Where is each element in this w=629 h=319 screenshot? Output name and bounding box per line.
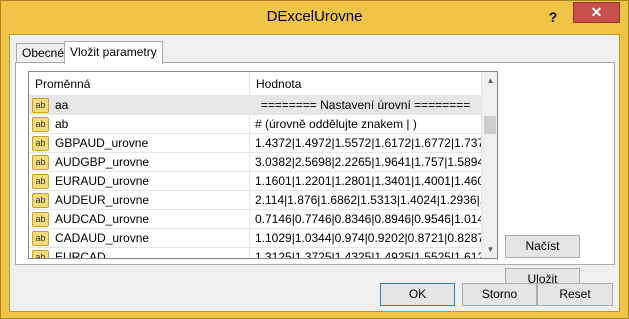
row-name-cell: ab EURCAD — [29, 248, 250, 259]
row-name-cell: ab AUDEUR_urovne — [29, 191, 250, 210]
row-value: 1.1601|1.2201|1.2801|1.3401|1.4001|1.460… — [255, 174, 481, 188]
row-value: 3.0382|2.5698|2.2265|1.9641|1.757|1.5894… — [255, 155, 481, 169]
cancel-button[interactable]: Storno — [462, 283, 537, 306]
load-button[interactable]: Načíst — [505, 235, 580, 258]
row-name: EURAUD_urovne — [55, 174, 150, 188]
row-value: # (úrovně oddělujte znakem | ) — [255, 117, 417, 131]
string-variable-icon: ab — [32, 193, 49, 208]
string-variable-icon: ab — [32, 155, 49, 170]
row-value: 2.114|1.876|1.6862|1.5313|1.4024|1.2936|… — [255, 193, 481, 207]
list-rows: ab aa ======== Nastavení úrovní ======== … — [29, 96, 481, 259]
row-name-cell: ab AUDGBP_urovne — [29, 153, 250, 172]
string-variable-icon: ab — [32, 250, 49, 258]
row-name-cell: ab EURAUD_urovne — [29, 172, 250, 191]
row-name: GBPAUD_urovne — [55, 136, 149, 150]
row-name: AUDCAD_urovne — [55, 212, 150, 226]
tab-vlozit-parametry[interactable]: Vložit parametry — [64, 41, 163, 64]
table-row[interactable]: ab AUDEUR_urovne 2.114|1.876|1.6862|1.531… — [29, 191, 481, 210]
up-arrow-icon[interactable]: ▲ — [482, 72, 497, 89]
row-value: 0.7146|0.7746|0.8346|0.8946|0.9546|1.014… — [255, 212, 481, 226]
row-name: EURCAD — [55, 250, 106, 259]
row-value: 1.1029|1.0344|0.974|0.9202|0.8721|0.8287… — [255, 231, 481, 245]
help-button[interactable]: ? — [544, 8, 562, 26]
string-variable-icon: ab — [32, 98, 49, 113]
ok-button[interactable]: OK — [380, 283, 455, 306]
down-arrow-icon[interactable]: ▼ — [482, 241, 497, 258]
dialog-client-area: Obecné Vložit parametry Proměnná Hodnota… — [9, 34, 620, 312]
row-name: CADAUD_urovne — [55, 231, 150, 245]
string-variable-icon: ab — [32, 174, 49, 189]
table-row[interactable]: ab GBPAUD_urovne 1.4372|1.4972|1.5572|1.6… — [29, 134, 481, 153]
title-bar[interactable]: DExcelUrovne ? ✕ — [1, 1, 628, 34]
string-variable-icon: ab — [32, 136, 49, 151]
column-header-variable[interactable]: Proměnná — [29, 72, 250, 96]
table-row[interactable]: ab AUDCAD_urovne 0.7146|0.7746|0.8346|0.8… — [29, 210, 481, 229]
row-value: ======== Nastavení úrovní ======== — [260, 98, 471, 112]
table-row[interactable]: ab aa ======== Nastavení úrovní ======== — [29, 96, 481, 115]
tab-obecne[interactable]: Obecné — [16, 43, 71, 63]
row-name: aa — [55, 98, 69, 112]
string-variable-icon: ab — [32, 212, 49, 227]
row-value: 1.3125|1.3725|1.4325|1.4925|1.5525|1.612… — [255, 250, 481, 259]
row-name-cell: ab GBPAUD_urovne — [29, 134, 250, 153]
dialog-window: DExcelUrovne ? ✕ Obecné Vložit parametry… — [0, 0, 629, 319]
tab-panel: Proměnná Hodnota ab aa ======== Nastavení… — [15, 62, 615, 291]
row-name: ab — [55, 117, 69, 131]
parameters-list[interactable]: Proměnná Hodnota ab aa ======== Nastavení… — [28, 71, 498, 259]
row-name: AUDEUR_urovne — [55, 193, 150, 207]
string-variable-icon: ab — [32, 117, 49, 132]
table-row[interactable]: ab ab # (úrovně oddělujte znakem | ) — [29, 115, 481, 134]
row-value: 1.4372|1.4972|1.5572|1.6172|1.6772|1.737… — [255, 136, 481, 150]
close-button[interactable]: ✕ — [573, 2, 620, 23]
row-name-cell: ab AUDCAD_urovne — [29, 210, 250, 229]
row-name-cell: ab CADAUD_urovne — [29, 229, 250, 248]
reset-button[interactable]: Reset — [537, 283, 613, 306]
string-variable-icon: ab — [32, 231, 49, 246]
window-title: DExcelUrovne — [266, 8, 363, 25]
table-row[interactable]: ab EURAUD_urovne 1.1601|1.2201|1.2801|1.3… — [29, 172, 481, 191]
row-name-cell: ab aa — [29, 96, 250, 115]
vertical-scrollbar[interactable]: ▲ ▼ — [481, 72, 497, 258]
table-row[interactable]: ab EURCAD 1.3125|1.3725|1.4325|1.4925|1.5… — [29, 248, 481, 259]
table-row[interactable]: ab AUDGBP_urovne 3.0382|2.5698|2.2265|1.9… — [29, 153, 481, 172]
column-header-value[interactable]: Hodnota — [250, 72, 481, 96]
list-header: Proměnná Hodnota — [29, 72, 481, 96]
row-name-cell: ab ab — [29, 115, 250, 134]
scrollbar-thumb[interactable] — [484, 116, 496, 134]
table-row[interactable]: ab CADAUD_urovne 1.1029|1.0344|0.974|0.92… — [29, 229, 481, 248]
row-name: AUDGBP_urovne — [55, 155, 150, 169]
